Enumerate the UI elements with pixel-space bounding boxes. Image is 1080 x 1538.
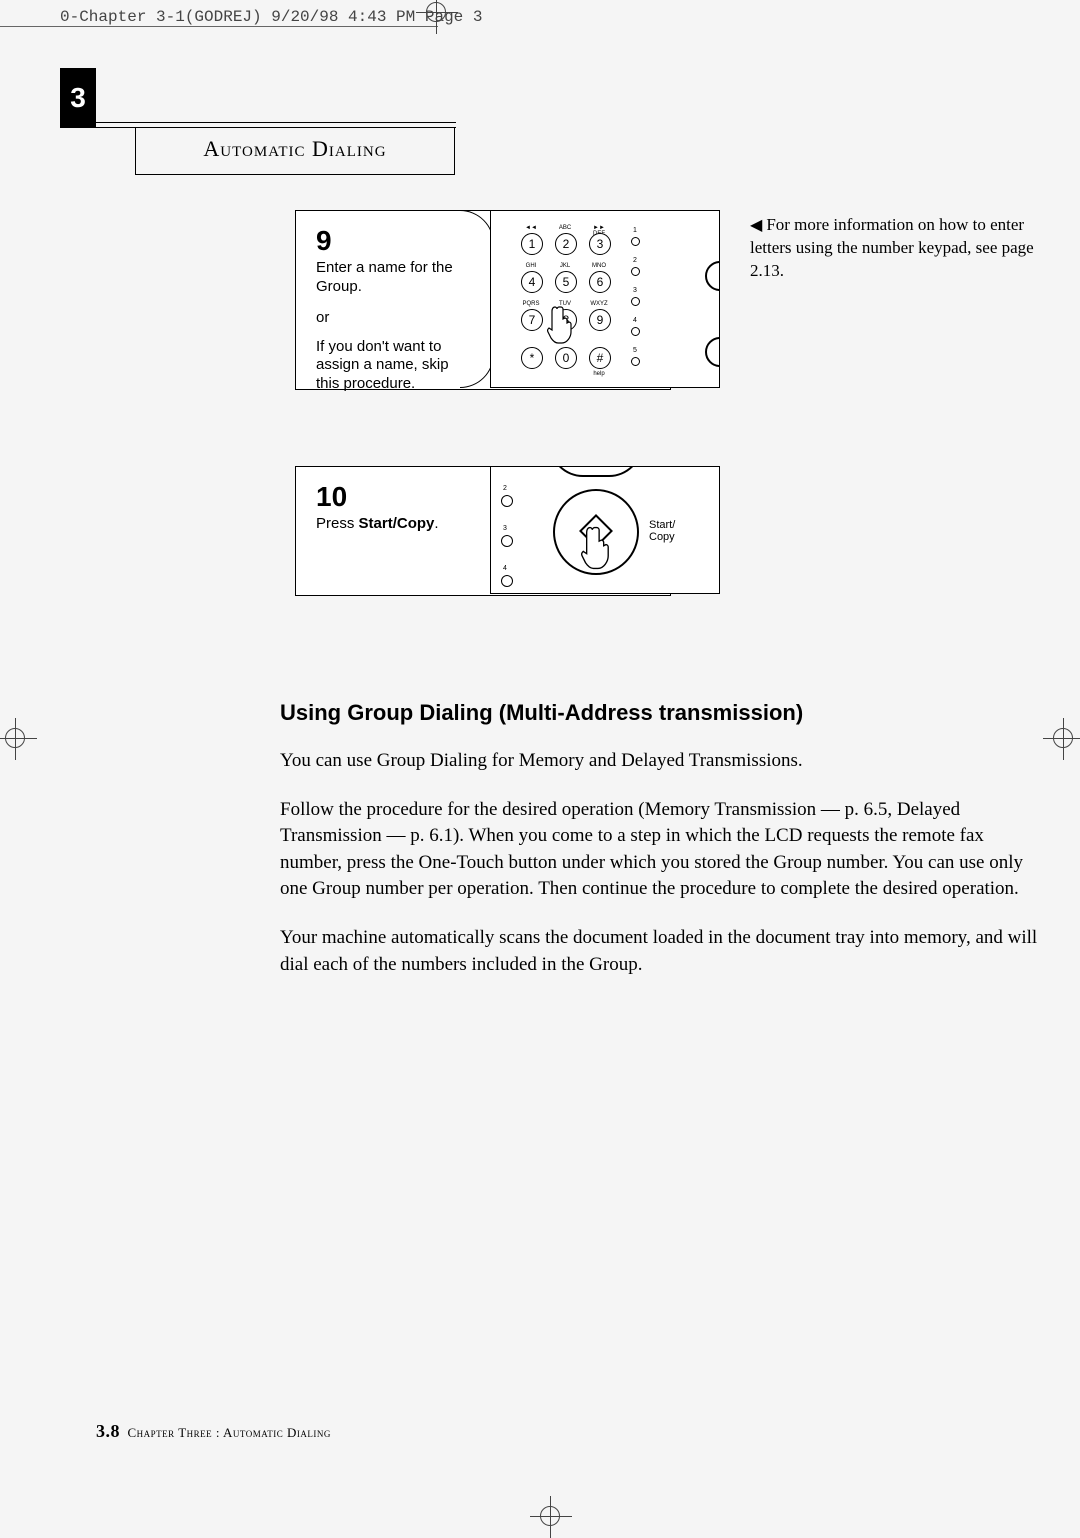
key-label: PQRS [519, 301, 543, 307]
keypad-key-8: 8 [555, 309, 577, 331]
key-label: WXYZ [587, 301, 611, 307]
led-icon [631, 297, 640, 306]
led-icon [631, 267, 640, 276]
key-label: TUV [553, 301, 577, 307]
step-9-alt: If you don't want to assign a name, skip… [316, 338, 471, 394]
side-button [705, 261, 720, 291]
key-label: ◄◄ [519, 225, 543, 231]
led-num: 3 [503, 525, 507, 532]
keypad-key-6: 6 [589, 271, 611, 293]
slug-rule [0, 26, 438, 27]
led-icon [501, 535, 513, 547]
body-content: Using Group Dialing (Multi-Address trans… [280, 700, 1045, 1000]
led-icon [631, 357, 640, 366]
keypad-key-5: 5 [555, 271, 577, 293]
keypad-key-4: 4 [521, 271, 543, 293]
registration-mark-right [1043, 718, 1080, 760]
keypad-key-star: * [521, 347, 543, 369]
led-icon [501, 575, 513, 587]
footer-text: Chapter Three : Automatic Dialing [128, 1425, 331, 1440]
side-note: ◀For more information on how to enter le… [750, 214, 1038, 283]
keypad-key-3: 3 [589, 233, 611, 255]
header-title: Automatic Dialing [154, 136, 436, 162]
chapter-tab: 3 [60, 68, 96, 128]
registration-mark-left [0, 718, 37, 760]
side-note-text: For more information on how to enter let… [750, 215, 1034, 280]
section-heading: Using Group Dialing (Multi-Address trans… [280, 700, 1045, 726]
keypad-illustration: ◄◄ ABC ►► DEF GHI JKL MNO PQRS TUV WXYZ … [490, 210, 720, 388]
led-icon [631, 327, 640, 336]
keypad-key-0: 0 [555, 347, 577, 369]
step-9-or: or [316, 309, 471, 326]
step-10-number: 10 [316, 481, 471, 513]
led-num: 5 [633, 347, 637, 354]
registration-mark-bottom [530, 1496, 572, 1538]
step9-curve [460, 210, 494, 388]
key-label: JKL [553, 263, 577, 269]
startcopy-illustration: 2 3 4 Start/ Copy [490, 466, 720, 594]
footer: 3.8 Chapter Three : Automatic Dialing [96, 1421, 331, 1442]
step-10-desc: Press Start/Copy. [316, 515, 471, 534]
keypad-key-9: 9 [589, 309, 611, 331]
key-label: GHI [519, 263, 543, 269]
side-button [705, 337, 720, 367]
led-num: 4 [633, 317, 637, 324]
keypad-key-1: 1 [521, 233, 543, 255]
registration-mark-top [416, 0, 458, 34]
body-paragraph: You can use Group Dialing for Memory and… [280, 748, 1045, 775]
footer-page: 3.8 [96, 1421, 120, 1441]
arrowhead-icon: ◀ [750, 215, 762, 237]
keypad-key-hash: # [589, 347, 611, 369]
led-num: 2 [633, 257, 637, 264]
startcopy-label: Start/ Copy [649, 519, 675, 543]
step-9-number: 9 [316, 225, 471, 257]
body-paragraph: Follow the procedure for the desired ope… [280, 797, 1045, 903]
led-icon [631, 237, 640, 246]
step-9-desc: Enter a name for the Group. [316, 259, 471, 297]
led-num: 1 [633, 227, 637, 234]
top-arc [549, 466, 643, 477]
key-label: ABC [553, 225, 577, 231]
key-label: MNO [587, 263, 611, 269]
header-box: Automatic Dialing [135, 128, 455, 175]
led-icon [501, 495, 513, 507]
led-num: 2 [503, 485, 507, 492]
led-num: 3 [633, 287, 637, 294]
keypad-key-7: 7 [521, 309, 543, 331]
led-num: 4 [503, 565, 507, 572]
body-paragraph: Your machine automatically scans the doc… [280, 925, 1045, 978]
help-label: help [587, 371, 611, 377]
keypad-key-2: 2 [555, 233, 577, 255]
